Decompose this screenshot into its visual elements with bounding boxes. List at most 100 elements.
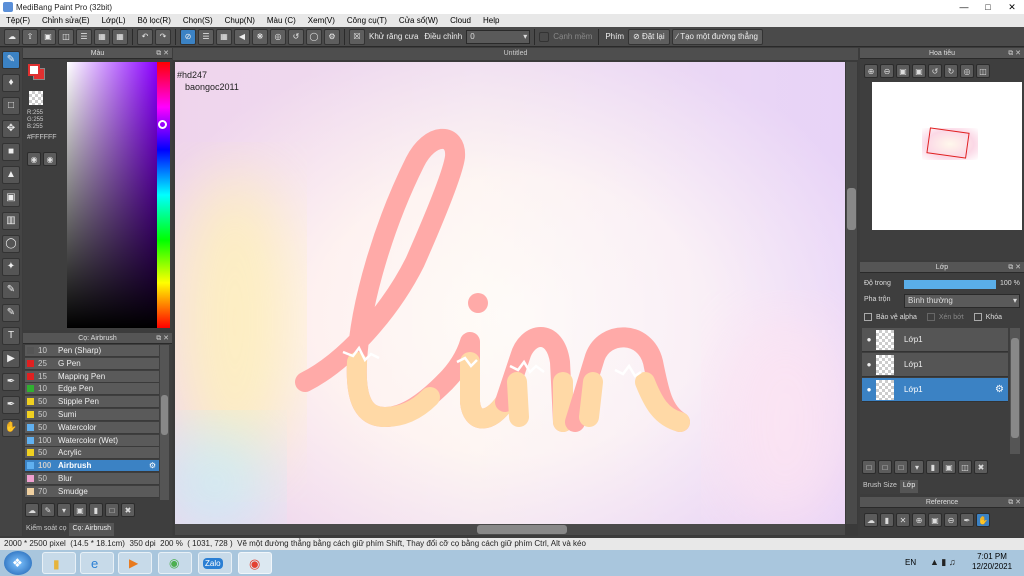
protect-alpha-checkbox[interactable] xyxy=(864,313,872,321)
hue-slider[interactable] xyxy=(157,62,170,328)
blend-select[interactable]: Bình thường ▾ xyxy=(904,294,1020,308)
rotate-right-icon[interactable]: ↻ xyxy=(944,64,958,78)
close-button[interactable]: ✕ xyxy=(1000,0,1024,14)
panel-float-icon[interactable]: ⧉ ✕ xyxy=(1008,497,1021,508)
grid-icon[interactable]: ▦ xyxy=(112,28,128,45)
circle-snap-icon[interactable]: ◯ xyxy=(306,28,322,45)
bucket-tool-icon[interactable]: ▲ xyxy=(2,166,20,184)
reference-close-icon[interactable]: ✕ xyxy=(896,513,910,527)
panel-float-icon[interactable]: ⧉ ✕ xyxy=(156,333,169,344)
menu-select[interactable]: Chọn(S) xyxy=(177,16,219,25)
clock[interactable]: 7:01 PM 12/20/2021 xyxy=(972,552,1012,572)
brush-folder-icon[interactable]: ▮ xyxy=(89,503,103,517)
duplicate-layer-icon[interactable]: ▣ xyxy=(942,460,956,474)
share-icon[interactable]: ☰ xyxy=(76,28,92,45)
eyedropper-tool-icon[interactable]: ✒ xyxy=(2,373,20,391)
tab-brush-airbrush[interactable]: Cọ: Airbrush xyxy=(69,523,114,536)
layer-row[interactable]: ● Lớp1 xyxy=(862,328,1008,352)
shape-tool-icon[interactable]: ■ xyxy=(2,143,20,161)
redo-icon[interactable]: ↷ xyxy=(155,28,171,45)
brush-copy-icon[interactable]: ▣ xyxy=(73,503,87,517)
straight-line-button[interactable]: ∕ Tạo một đường thẳng xyxy=(671,28,763,45)
start-button[interactable]: ❖ xyxy=(4,551,32,575)
brush-item[interactable]: 15 Mapping Pen xyxy=(25,370,159,383)
menu-layer[interactable]: Lớp(L) xyxy=(96,16,132,25)
brush-item[interactable]: 100 Airbrush ⚙ xyxy=(25,460,159,473)
upload-icon[interactable]: ⇧ xyxy=(22,28,38,45)
eraser-tool-icon[interactable]: ♦ xyxy=(2,74,20,92)
brush-tool-icon[interactable]: ✎ xyxy=(2,51,20,69)
maximize-button[interactable]: □ xyxy=(976,0,1000,14)
tab-layer[interactable]: Lớp xyxy=(899,480,919,493)
brush-cloud-icon[interactable]: ☁ xyxy=(25,503,39,517)
cloud-icon[interactable]: ☁ xyxy=(4,28,20,45)
brush-add-dropdown-icon[interactable]: ▾ xyxy=(57,503,71,517)
reference-open-icon[interactable]: ▮ xyxy=(880,513,894,527)
tab-brush-control[interactable]: Kiểm soát cọ xyxy=(23,523,70,536)
taskbar-media[interactable]: ▶ xyxy=(118,552,152,574)
curve-snap-icon[interactable]: ↺ xyxy=(288,28,304,45)
menu-view[interactable]: Xem(V) xyxy=(302,16,341,25)
magic-wand-tool-icon[interactable]: ✦ xyxy=(2,258,20,276)
select-tool-icon[interactable]: ▥ xyxy=(2,212,20,230)
brush-item[interactable]: 50 Blur xyxy=(25,473,159,485)
rotate-left-icon[interactable]: ↺ xyxy=(928,64,942,78)
language-indicator[interactable]: EN xyxy=(905,558,916,567)
canvas-horizontal-scrollbar[interactable] xyxy=(175,524,845,535)
tray-icons[interactable]: ▲ ▮ ♫ xyxy=(930,557,956,568)
undo-icon[interactable]: ↶ xyxy=(137,28,153,45)
reference-eyedropper-icon[interactable]: ✒ xyxy=(960,513,974,527)
new-halftone-layer-icon[interactable]: □ xyxy=(878,460,892,474)
menu-filter[interactable]: Bộ lọc(R) xyxy=(132,16,177,25)
select-eraser-tool-icon[interactable]: ✎ xyxy=(2,304,20,322)
hue-handle[interactable] xyxy=(158,120,167,129)
brush-item[interactable]: 50 Watercolor xyxy=(25,421,159,434)
vanish-snap-icon[interactable]: ◀ xyxy=(234,28,250,45)
brush-item[interactable]: 70 Smudge xyxy=(25,485,159,498)
panel-float-icon[interactable]: ⧉ ✕ xyxy=(1008,48,1021,59)
brush-item[interactable]: 10 Edge Pen xyxy=(25,383,159,396)
menu-file[interactable]: Tệp(F) xyxy=(0,16,36,25)
new-8bit-layer-icon[interactable]: □ xyxy=(894,460,908,474)
page-icon[interactable]: ▦ xyxy=(94,28,110,45)
new-layer-icon[interactable]: □ xyxy=(862,460,876,474)
panel-float-icon[interactable]: ⧉ ✕ xyxy=(156,48,169,59)
reference-fit-icon[interactable]: ▣ xyxy=(928,513,942,527)
hand-tool-icon[interactable]: ✋ xyxy=(2,419,20,437)
gradient-tool-icon[interactable]: ▣ xyxy=(2,189,20,207)
reset-rotate-icon[interactable]: ◎ xyxy=(960,64,974,78)
navigator-preview[interactable] xyxy=(872,82,1022,230)
canvas-vertical-scrollbar[interactable] xyxy=(846,62,857,524)
taskbar-app[interactable]: ◉ xyxy=(158,552,192,574)
viewport-rect[interactable] xyxy=(926,127,970,159)
parallel-snap-icon[interactable]: ☰ xyxy=(198,28,214,45)
brush-item[interactable]: 50 Stipple Pen xyxy=(25,396,159,409)
visibility-eye-icon[interactable]: ● xyxy=(862,335,876,344)
new-layer-dropdown-icon[interactable]: ▾ xyxy=(910,460,924,474)
menu-help[interactable]: Help xyxy=(477,16,505,25)
move-tool-icon[interactable]: ✥ xyxy=(2,120,20,138)
brush-page-icon[interactable]: □ xyxy=(105,503,119,517)
foreground-color-swatch[interactable] xyxy=(28,64,40,76)
gear-icon[interactable]: ⚙ xyxy=(995,384,1004,395)
flip-icon[interactable]: ◫ xyxy=(976,64,990,78)
canvas[interactable]: #hd247 baongoc2011 xyxy=(175,62,845,524)
antialias-checkbox[interactable]: ☒ xyxy=(349,28,365,45)
layer-scrollbar[interactable] xyxy=(1010,328,1020,454)
fit-icon[interactable]: ▣ xyxy=(896,64,910,78)
dot-tool-icon[interactable]: □ xyxy=(2,97,20,115)
text-tool-icon[interactable]: T xyxy=(2,327,20,345)
taskbar-zalo[interactable]: Zalo xyxy=(198,552,232,574)
layer-folder-icon[interactable]: ▮ xyxy=(926,460,940,474)
cross-snap-icon[interactable]: ▦ xyxy=(216,28,232,45)
concentric-snap-icon[interactable]: ◎ xyxy=(270,28,286,45)
merge-layer-icon[interactable]: ◫ xyxy=(958,460,972,474)
radial-snap-icon[interactable]: ❋ xyxy=(252,28,268,45)
visibility-eye-icon[interactable]: ● xyxy=(862,360,876,369)
brush-add-icon[interactable]: ✎ xyxy=(41,503,55,517)
taskbar-chrome[interactable]: ◉ xyxy=(238,552,272,574)
panel-float-icon[interactable]: ⧉ ✕ xyxy=(1008,262,1021,273)
operation-tool-icon[interactable]: ▶ xyxy=(2,350,20,368)
delete-layer-icon[interactable]: ✖ xyxy=(974,460,988,474)
taskbar-explorer[interactable]: ▮ xyxy=(42,552,76,574)
